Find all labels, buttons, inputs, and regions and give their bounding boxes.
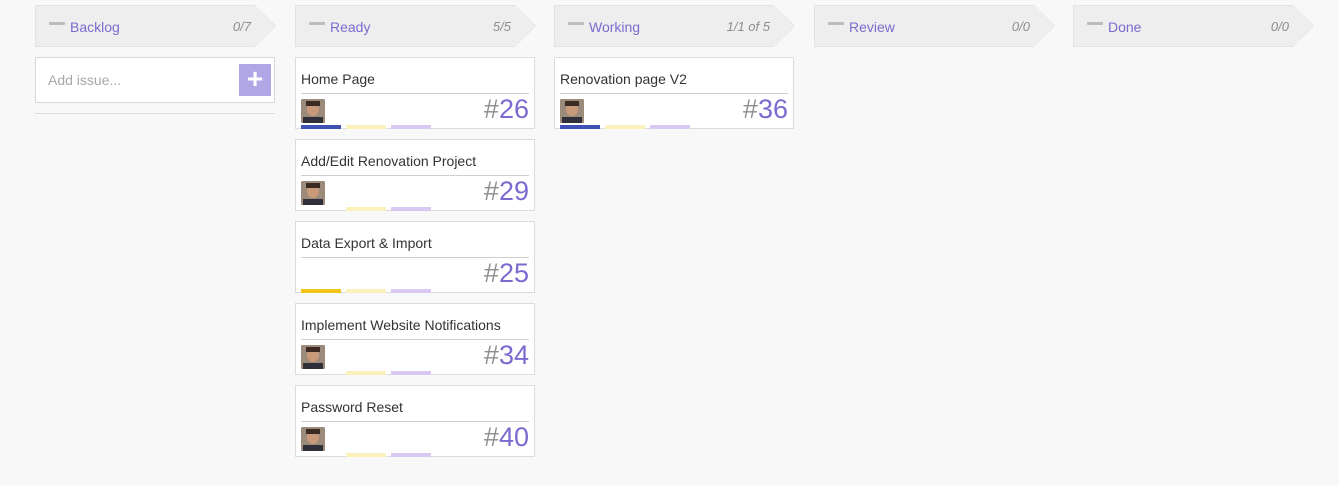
status-bar (301, 289, 341, 293)
column-count: 5/5 (492, 19, 511, 34)
status-bar (391, 289, 431, 293)
column-header[interactable]: Done 0/0 (1073, 5, 1314, 47)
column-header[interactable]: Working 1/1 of 5 (554, 5, 795, 47)
column-working: Working 1/1 of 5 Renovation page V2 #36 (554, 5, 795, 129)
issue-number: #40 (484, 422, 529, 453)
issue-title: Password Reset (301, 399, 403, 415)
status-bar (560, 125, 600, 129)
assignee-avatar[interactable] (301, 427, 325, 451)
header-arrow (515, 5, 535, 47)
column-title: Working (589, 19, 641, 35)
column-header[interactable]: Ready 5/5 (295, 5, 536, 47)
issue-number-hash: # (483, 422, 499, 452)
issue-card[interactable]: Password Reset #40 (295, 385, 535, 457)
issue-number-hash: # (483, 340, 499, 370)
issue-number: #36 (743, 94, 788, 125)
column-title: Done (1108, 19, 1142, 35)
issue-card[interactable]: Add/Edit Renovation Project #29 (295, 139, 535, 211)
status-bar (391, 207, 431, 211)
column-title: Ready (330, 19, 371, 35)
issue-number: #29 (484, 176, 529, 207)
issue-title: Data Export & Import (301, 235, 432, 251)
assignee-avatar[interactable] (301, 345, 325, 369)
status-bar (391, 453, 431, 457)
column-ready: Ready 5/5 Home Page #26 Add/Edit Renovatio… (295, 5, 536, 457)
assignee-avatar[interactable] (301, 181, 325, 205)
issue-title: Home Page (301, 71, 375, 87)
add-issue-box: + (35, 57, 275, 103)
collapse-dash-icon[interactable] (568, 22, 584, 25)
issue-number-hash: # (483, 176, 499, 206)
column-review: Review 0/0 (814, 5, 1055, 47)
issue-card[interactable]: Data Export & Import #25 (295, 221, 535, 293)
header-arrow (774, 5, 794, 47)
issue-number-hash: # (483, 94, 499, 124)
header-arrow (255, 5, 275, 47)
collapse-dash-icon[interactable] (828, 22, 844, 25)
issue-number-value: 26 (498, 94, 529, 124)
column-count: 0/0 (1270, 19, 1289, 34)
issue-number-hash: # (483, 258, 499, 288)
issue-card[interactable]: Renovation page V2 #36 (554, 57, 794, 129)
header-arrow (1034, 5, 1054, 47)
issue-number: #25 (484, 258, 529, 289)
status-bar (605, 125, 645, 129)
column-count: 0/7 (232, 19, 251, 34)
collapse-dash-icon[interactable] (49, 22, 65, 25)
issue-card[interactable]: Home Page #26 (295, 57, 535, 129)
status-bar (391, 371, 431, 375)
issue-title: Implement Website Notifications (301, 317, 501, 333)
issue-number-value: 36 (757, 94, 788, 124)
issue-number-value: 40 (498, 422, 529, 452)
assignee-avatar[interactable] (560, 99, 584, 123)
collapse-dash-icon[interactable] (309, 22, 325, 25)
collapse-dash-icon[interactable] (1087, 22, 1103, 25)
column-done: Done 0/0 (1073, 5, 1314, 47)
column-count: 1/1 of 5 (726, 19, 770, 34)
column-header[interactable]: Review 0/0 (814, 5, 1055, 47)
issue-number-hash: # (742, 94, 758, 124)
assignee-avatar[interactable] (301, 99, 325, 123)
issue-number: #26 (484, 94, 529, 125)
column-count: 0/0 (1011, 19, 1030, 34)
issue-number-value: 34 (498, 340, 529, 370)
column-title: Review (849, 19, 895, 35)
column-backlog: Backlog 0/7 + (35, 5, 276, 114)
column-title: Backlog (70, 19, 120, 35)
status-bar (391, 125, 431, 129)
status-bar (650, 125, 690, 129)
issue-card[interactable]: Implement Website Notifications #34 (295, 303, 535, 375)
status-bar (346, 289, 386, 293)
status-bar (301, 125, 341, 129)
status-bar (346, 207, 386, 211)
add-issue-input[interactable] (39, 61, 235, 99)
status-bar (346, 125, 386, 129)
issue-number-value: 25 (498, 258, 529, 288)
status-bar (346, 371, 386, 375)
header-arrow (1293, 5, 1313, 47)
issue-title: Add/Edit Renovation Project (301, 153, 477, 169)
issue-number: #34 (484, 340, 529, 371)
add-issue-button[interactable]: + (239, 64, 271, 96)
issue-title: Renovation page V2 (560, 71, 687, 87)
status-bar (346, 453, 386, 457)
issue-number-value: 29 (498, 176, 529, 206)
divider (35, 113, 275, 114)
column-header[interactable]: Backlog 0/7 (35, 5, 276, 47)
